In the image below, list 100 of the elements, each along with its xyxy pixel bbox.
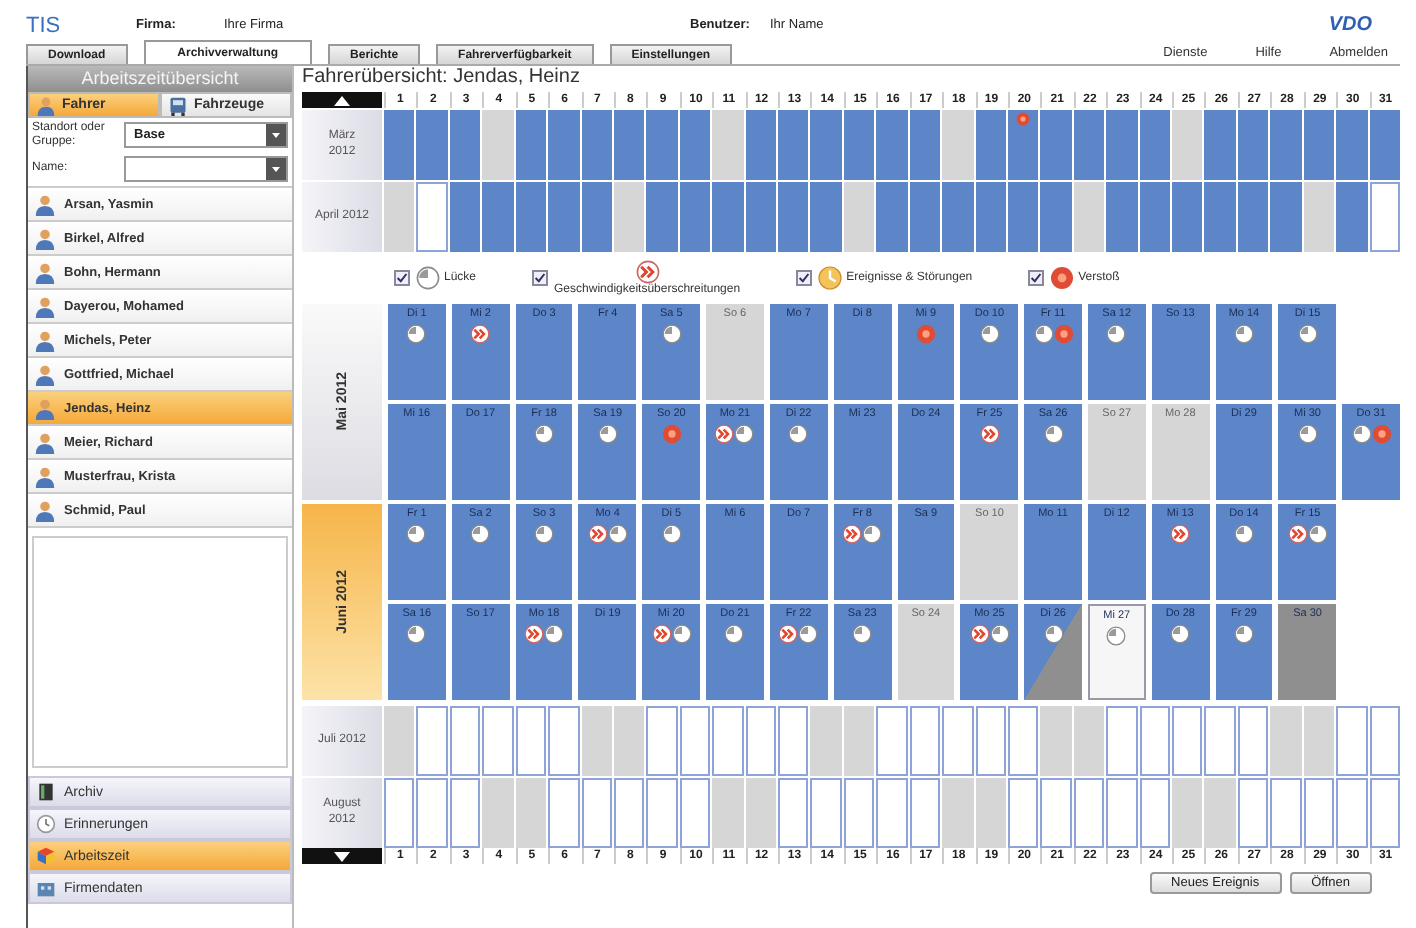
scroll-down-button[interactable] <box>302 848 382 864</box>
day-cell[interactable] <box>1172 778 1203 848</box>
day-cell[interactable] <box>975 778 1006 848</box>
day-cell[interactable] <box>1106 706 1138 776</box>
day-cell[interactable] <box>1073 110 1105 180</box>
day-cell[interactable] <box>810 706 842 776</box>
day-cell[interactable] <box>1204 182 1236 252</box>
day-cell[interactable] <box>548 182 580 252</box>
day-cell[interactable] <box>1270 110 1302 180</box>
day-cell[interactable] <box>679 182 711 252</box>
day-cell[interactable] <box>548 778 580 848</box>
day-cell[interactable] <box>975 182 1006 252</box>
name-select[interactable] <box>124 156 288 182</box>
day-cell[interactable] <box>548 706 580 776</box>
day-cell[interactable] <box>1007 182 1039 252</box>
day-cell[interactable] <box>646 778 678 848</box>
day-cell[interactable] <box>548 110 580 180</box>
day-cell[interactable] <box>613 778 645 848</box>
day-cell[interactable] <box>1106 778 1138 848</box>
day-cell[interactable] <box>679 110 711 180</box>
day-cell[interactable] <box>1303 706 1335 776</box>
day-cell[interactable] <box>1336 778 1368 848</box>
day-cell[interactable] <box>1007 706 1039 776</box>
day-cell[interactable] <box>515 778 547 848</box>
day-cell[interactable] <box>1139 778 1171 848</box>
day-cell[interactable] <box>745 706 777 776</box>
day-cell[interactable] <box>909 778 941 848</box>
checkbox[interactable] <box>796 270 813 286</box>
day-cell[interactable] <box>1270 778 1302 848</box>
day-cell[interactable] <box>679 706 711 776</box>
day-cell[interactable] <box>581 110 612 180</box>
day-cell[interactable] <box>745 182 777 252</box>
day-cell[interactable] <box>581 706 612 776</box>
day-cell[interactable] <box>778 110 809 180</box>
day-cell[interactable] <box>1040 778 1072 848</box>
day-cell[interactable] <box>613 182 645 252</box>
day-cell[interactable] <box>1270 706 1302 776</box>
day-cell[interactable] <box>1106 182 1138 252</box>
day-cell[interactable] <box>515 110 547 180</box>
day-cell[interactable] <box>909 706 941 776</box>
day-cell[interactable] <box>646 706 678 776</box>
day-cell[interactable] <box>942 778 974 848</box>
day-cell[interactable] <box>1172 706 1203 776</box>
day-cell[interactable] <box>482 778 514 848</box>
day-cell[interactable] <box>942 706 974 776</box>
day-cell[interactable] <box>810 110 842 180</box>
day-cell[interactable] <box>449 706 481 776</box>
day-cell[interactable] <box>810 182 842 252</box>
day-cell[interactable] <box>1204 706 1236 776</box>
day-cell[interactable] <box>1139 706 1171 776</box>
day-cell[interactable] <box>416 706 448 776</box>
day-cell[interactable] <box>876 182 908 252</box>
day-cell[interactable] <box>975 110 1006 180</box>
day-cell[interactable] <box>581 778 612 848</box>
day-cell[interactable] <box>449 182 481 252</box>
day-cell[interactable] <box>482 110 514 180</box>
day-cell[interactable] <box>843 110 875 180</box>
day-cell[interactable] <box>1073 182 1105 252</box>
day-cell[interactable] <box>778 778 809 848</box>
day-cell[interactable] <box>1139 182 1171 252</box>
day-cell[interactable] <box>1204 110 1236 180</box>
day-cell[interactable] <box>416 778 448 848</box>
day-cell[interactable] <box>581 182 612 252</box>
day-cell[interactable] <box>909 110 941 180</box>
day-cell[interactable] <box>942 110 974 180</box>
day-cell[interactable] <box>942 182 974 252</box>
day-cell[interactable] <box>778 706 809 776</box>
day-cell[interactable] <box>1303 778 1335 848</box>
day-cell[interactable] <box>1007 778 1039 848</box>
day-cell[interactable] <box>810 778 842 848</box>
day-cell[interactable] <box>1040 110 1072 180</box>
day-cell[interactable] <box>876 110 908 180</box>
day-cell[interactable] <box>778 182 809 252</box>
day-cell[interactable] <box>384 182 415 252</box>
day-cell[interactable] <box>712 706 744 776</box>
day-cell[interactable] <box>416 110 448 180</box>
day-cell[interactable] <box>712 110 744 180</box>
day-cell[interactable] <box>1237 706 1269 776</box>
day-cell[interactable] <box>712 182 744 252</box>
day-cell[interactable] <box>1073 706 1105 776</box>
day-cell[interactable] <box>1172 182 1203 252</box>
day-cell[interactable] <box>1172 110 1203 180</box>
day-cell[interactable] <box>1237 110 1269 180</box>
day-cell[interactable] <box>416 182 448 252</box>
day-cell[interactable] <box>515 182 547 252</box>
checkbox[interactable] <box>1028 270 1045 286</box>
day-cell[interactable] <box>384 110 415 180</box>
day-cell[interactable] <box>1336 110 1368 180</box>
day-cell[interactable] <box>679 778 711 848</box>
day-cell[interactable] <box>1270 182 1302 252</box>
checkbox[interactable] <box>394 270 410 286</box>
day-cell[interactable] <box>876 706 908 776</box>
day-cell[interactable] <box>876 778 908 848</box>
day-cell[interactable] <box>1237 778 1269 848</box>
day-cell[interactable] <box>613 706 645 776</box>
day-cell[interactable] <box>1007 110 1039 180</box>
day-cell[interactable] <box>1040 706 1072 776</box>
day-cell[interactable] <box>1204 778 1236 848</box>
day-cell[interactable] <box>843 182 875 252</box>
day-cell[interactable] <box>1040 182 1072 252</box>
